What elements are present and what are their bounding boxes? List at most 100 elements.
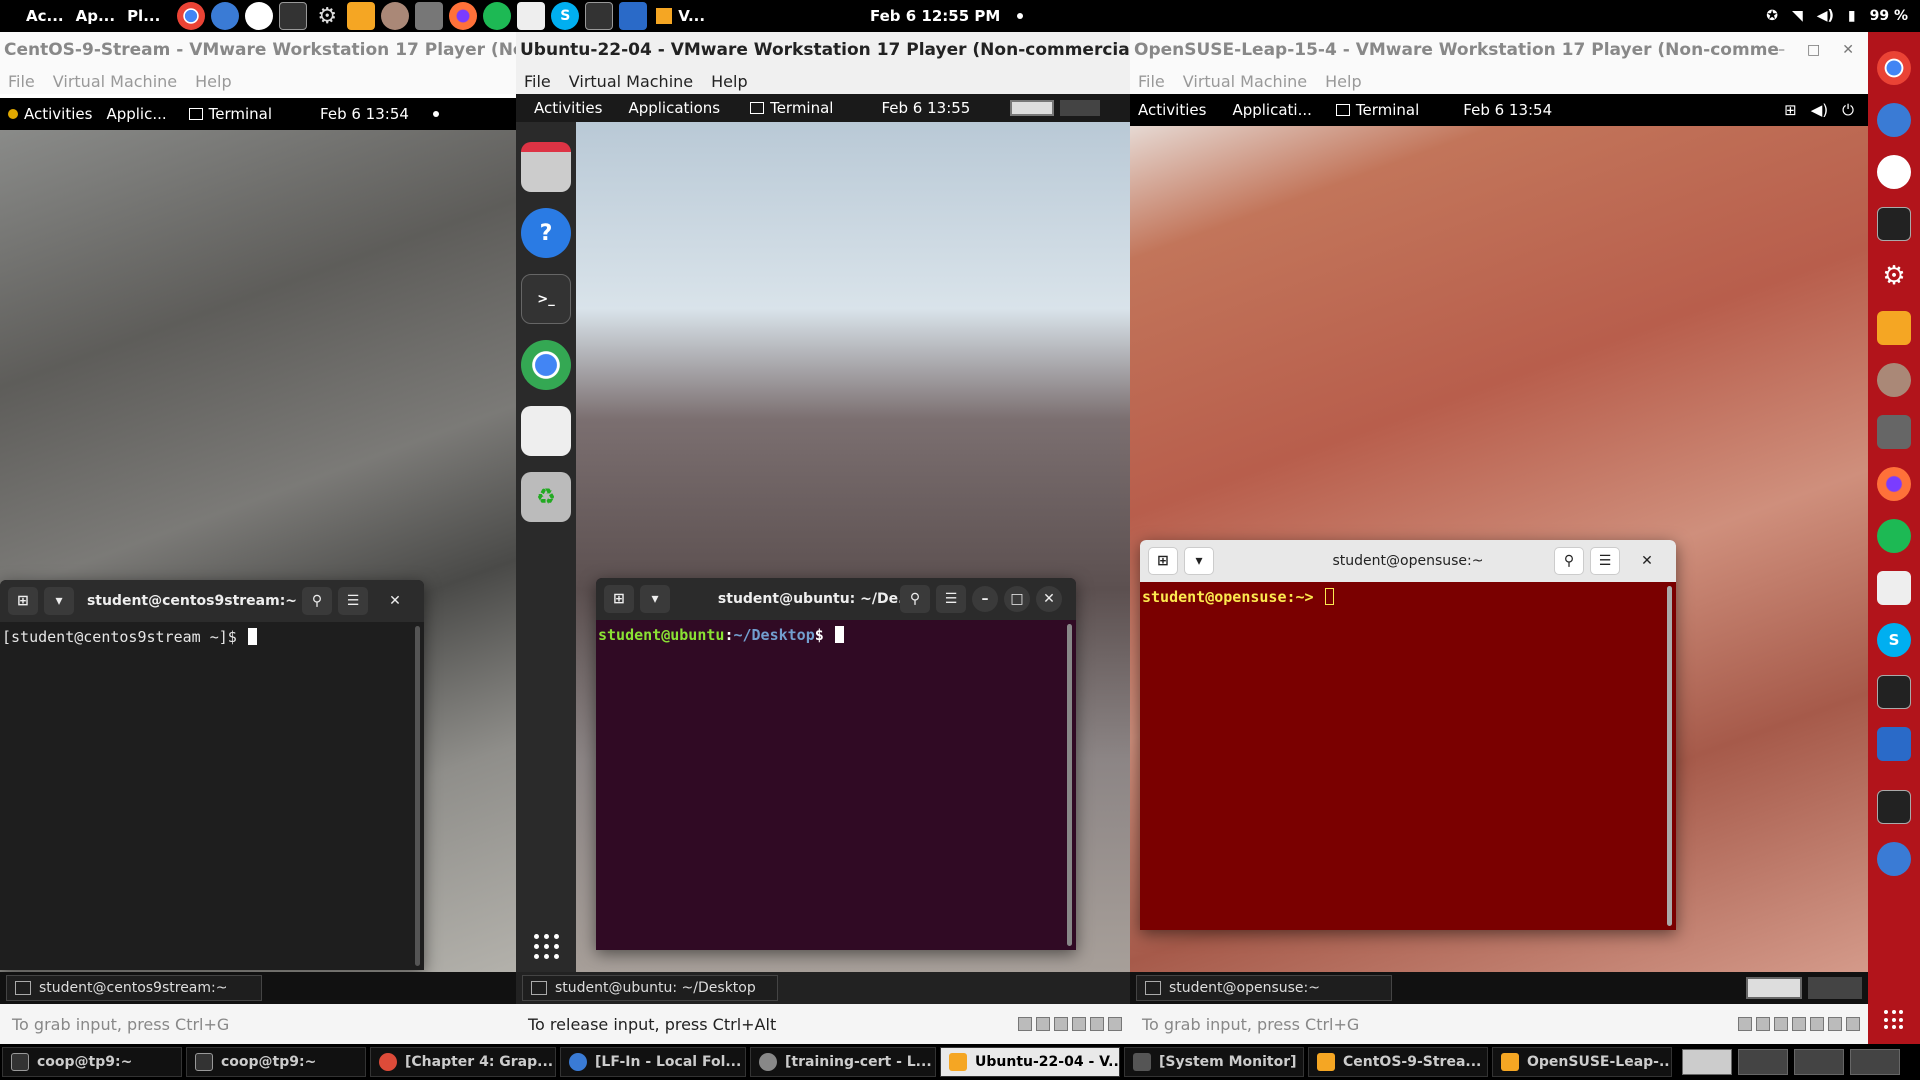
chevron-down-icon[interactable]: ▾ xyxy=(1184,547,1214,575)
device-icon[interactable] xyxy=(1738,1017,1752,1031)
minimize-icon[interactable]: – xyxy=(972,586,998,612)
guest-terminal-label[interactable]: Terminal xyxy=(209,105,272,123)
menu-virtual-machine[interactable]: Virtual Machine xyxy=(569,72,693,91)
search-icon[interactable]: ⚲ xyxy=(1554,547,1584,575)
device-icon[interactable] xyxy=(1072,1017,1086,1031)
scrollbar[interactable] xyxy=(415,626,420,966)
close-icon[interactable]: ✕ xyxy=(1632,547,1662,575)
hamburger-menu-icon[interactable]: ☰ xyxy=(936,585,966,613)
guest-activities[interactable]: Activities xyxy=(534,99,602,117)
terminal-window[interactable]: ⊞ ▾ student@ubuntu: ~/De... ⚲ ☰ – □ ✕ st… xyxy=(596,578,1076,950)
device-icon[interactable] xyxy=(1810,1017,1824,1031)
vm-title-bar[interactable]: CentOS-9-Stream - VMware Workstation 17 … xyxy=(0,32,516,68)
terminal-output[interactable]: [student@centos9stream ~]$ xyxy=(0,622,424,970)
device-icon[interactable] xyxy=(1756,1017,1770,1031)
host-places-menu[interactable]: Pl... xyxy=(127,7,160,25)
taskbar-item[interactable]: [Chapter 4: Grap... xyxy=(370,1047,556,1077)
chrome-icon[interactable] xyxy=(521,340,571,390)
scrollbar[interactable] xyxy=(1067,624,1072,946)
guest-activities[interactable]: Activities xyxy=(1138,101,1206,119)
thunderbird-icon[interactable] xyxy=(1877,842,1911,876)
guest-applications[interactable]: Applic... xyxy=(106,105,166,123)
host-clock[interactable]: Feb 6 12:55 PM xyxy=(870,0,1000,32)
terminal-window[interactable]: ⊞ ▾ student@centos9stream:~ ⚲ ☰ ✕ [stude… xyxy=(0,580,424,970)
menu-help[interactable]: Help xyxy=(195,72,231,91)
new-tab-icon[interactable]: ⊞ xyxy=(1148,547,1178,575)
avatar-app-icon[interactable] xyxy=(1877,363,1911,397)
taskbar-item[interactable]: [LF-In - Local Fol... xyxy=(560,1047,746,1077)
taskbar-item[interactable]: [training-cert - L... xyxy=(750,1047,936,1077)
text-editor-icon[interactable] xyxy=(619,2,648,30)
minimize-icon[interactable]: – xyxy=(1778,42,1785,58)
workspace-2[interactable] xyxy=(1738,1049,1788,1075)
device-icon[interactable] xyxy=(1828,1017,1842,1031)
taskbar-item-active[interactable]: Ubuntu-22-04 - V... xyxy=(940,1047,1120,1077)
taskbar-item[interactable]: [System Monitor] xyxy=(1124,1047,1304,1077)
chevron-down-icon[interactable]: ▾ xyxy=(44,587,74,615)
close-icon[interactable]: ✕ xyxy=(1036,586,1062,612)
show-applications-icon[interactable] xyxy=(1884,1010,1904,1030)
menu-help[interactable]: Help xyxy=(711,72,747,91)
firefox-icon[interactable] xyxy=(1877,467,1911,501)
guest-clock[interactable]: Feb 6 13:54 xyxy=(320,105,409,123)
host-activities-button[interactable]: Ac... xyxy=(8,7,64,25)
menu-virtual-machine[interactable]: Virtual Machine xyxy=(53,72,177,91)
system-monitor-icon[interactable] xyxy=(1877,675,1911,709)
device-icon[interactable] xyxy=(1846,1017,1860,1031)
show-applications-icon[interactable] xyxy=(534,934,559,959)
guest-terminal-label[interactable]: Terminal xyxy=(1356,101,1419,119)
close-icon[interactable]: ✕ xyxy=(380,587,410,615)
vm-window-centos[interactable]: CentOS-9-Stream - VMware Workstation 17 … xyxy=(0,32,516,1044)
terminal-icon[interactable] xyxy=(1877,207,1911,241)
menu-file[interactable]: File xyxy=(1138,72,1165,91)
host-applications-menu[interactable]: Ap... xyxy=(76,7,115,25)
hamburger-menu-icon[interactable]: ☰ xyxy=(1590,547,1620,575)
vm-title-bar[interactable]: OpenSUSE-Leap-15-4 - VMware Workstation … xyxy=(1130,32,1868,68)
host-system-tray[interactable]: ✪ ◥ ◀) ▮ 99 % xyxy=(1766,0,1908,32)
vm-title-bar[interactable]: Ubuntu-22-04 - VMware Workstation 17 Pla… xyxy=(516,32,1130,68)
settings-gear-icon[interactable]: ⚙ xyxy=(1877,259,1911,293)
search-icon[interactable]: ⚲ xyxy=(302,587,332,615)
terminal-header[interactable]: ⊞ ▾ student@ubuntu: ~/De... ⚲ ☰ – □ ✕ xyxy=(596,578,1076,620)
device-icon[interactable] xyxy=(1108,1017,1122,1031)
menu-virtual-machine[interactable]: Virtual Machine xyxy=(1183,72,1307,91)
maximize-icon[interactable]: □ xyxy=(1004,586,1030,612)
network-icon[interactable]: ⊞ xyxy=(1784,101,1797,119)
firefox-icon[interactable] xyxy=(449,2,478,30)
terminal-header[interactable]: ⊞ ▾ student@centos9stream:~ ⚲ ☰ ✕ xyxy=(0,580,424,622)
guest-workspace-2[interactable] xyxy=(1060,100,1101,116)
document-viewer-icon[interactable] xyxy=(1877,571,1911,605)
close-icon[interactable]: ✕ xyxy=(1842,42,1854,58)
skype-icon[interactable]: S xyxy=(551,2,580,30)
chrome-icon[interactable] xyxy=(177,2,206,30)
system-monitor-icon[interactable] xyxy=(585,2,614,30)
new-tab-icon[interactable]: ⊞ xyxy=(604,585,634,613)
search-icon[interactable]: ⚲ xyxy=(900,585,930,613)
taskbar-item[interactable]: CentOS-9-Strea... xyxy=(1308,1047,1488,1077)
hamburger-menu-icon[interactable]: ☰ xyxy=(338,587,368,615)
vm-device-icons[interactable] xyxy=(1018,1017,1130,1031)
gimp-icon[interactable] xyxy=(415,2,444,30)
terminal-window[interactable]: ⊞ ▾ student@opensuse:~ ⚲ ☰ ✕ student@ope… xyxy=(1140,540,1676,930)
spotify-icon[interactable] xyxy=(1877,519,1911,553)
skype-icon[interactable]: S xyxy=(1877,623,1911,657)
guest-activities[interactable]: Activities xyxy=(24,105,92,123)
vm-window-ubuntu[interactable]: Ubuntu-22-04 - VMware Workstation 17 Pla… xyxy=(516,32,1130,1044)
taskbar-item[interactable]: OpenSUSE-Leap-... xyxy=(1492,1047,1672,1077)
volume-icon[interactable]: ◀) xyxy=(1817,8,1834,24)
text-editor-icon[interactable] xyxy=(521,406,571,456)
device-icon[interactable] xyxy=(1090,1017,1104,1031)
guest-clock[interactable]: Feb 6 13:55 xyxy=(881,99,970,117)
terminal-output[interactable]: student@ubuntu:~/Desktop$ xyxy=(596,620,1076,950)
battery-icon[interactable]: ▮ xyxy=(1848,8,1856,24)
help-icon[interactable]: ? xyxy=(521,208,571,258)
guest-workspace-1[interactable] xyxy=(1010,100,1055,116)
thunderbird-icon[interactable] xyxy=(211,2,240,30)
guest-workspace-2[interactable] xyxy=(1808,977,1862,999)
vm-window-opensuse[interactable]: OpenSUSE-Leap-15-4 - VMware Workstation … xyxy=(1130,32,1868,1044)
menu-file[interactable]: File xyxy=(524,72,551,91)
avatar-app-icon[interactable] xyxy=(381,2,410,30)
device-icon[interactable] xyxy=(1792,1017,1806,1031)
accessibility-icon[interactable]: ✪ xyxy=(1766,8,1778,24)
files-icon[interactable] xyxy=(521,142,571,192)
